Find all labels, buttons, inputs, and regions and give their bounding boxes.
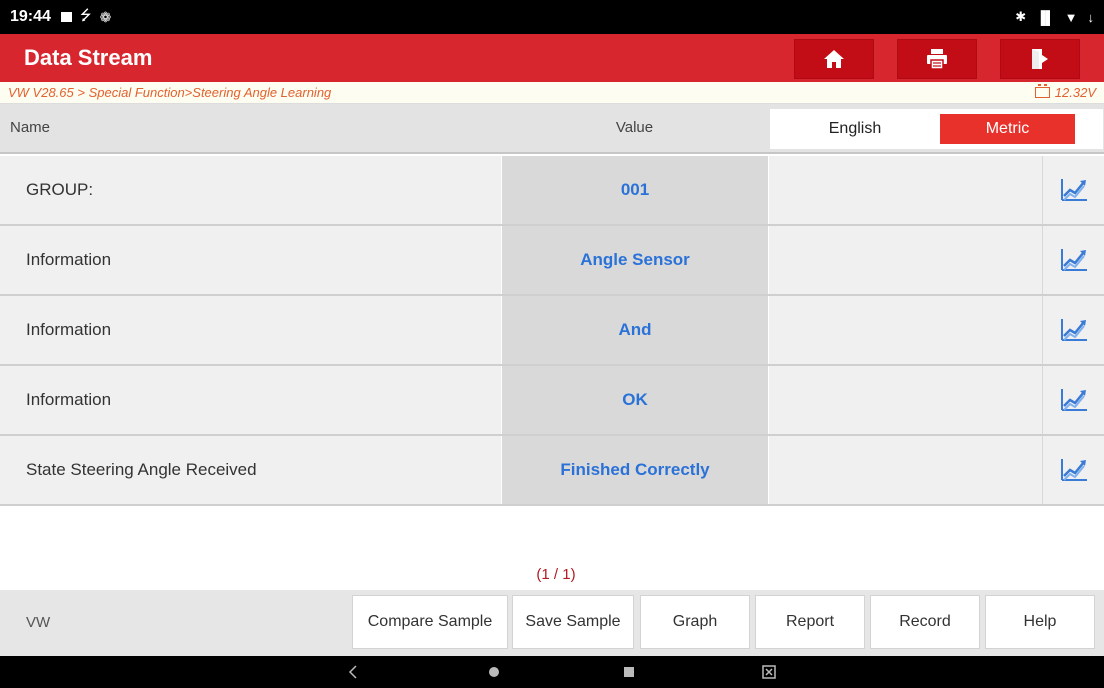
- back-icon: [348, 665, 357, 679]
- vehicle-brand: VW: [26, 614, 51, 631]
- record-button[interactable]: Record: [870, 595, 980, 649]
- column-header: Name Value English Metric: [0, 104, 1104, 154]
- bluetooth-icon: ✱: [1015, 9, 1027, 24]
- data-stream-list: GROUP: 001 Information Angle Sensor Info…: [0, 156, 1104, 506]
- print-button[interactable]: [897, 39, 977, 79]
- battery-icon: [1034, 84, 1050, 98]
- table-row[interactable]: Information And: [0, 296, 1104, 366]
- row-value: OK: [501, 366, 768, 434]
- navigation-bar: [0, 656, 1104, 688]
- back-button[interactable]: [338, 656, 368, 688]
- voltage-value: 12.32V: [1054, 85, 1096, 100]
- table-row[interactable]: Information Angle Sensor: [0, 226, 1104, 296]
- image-notification-icon: [60, 12, 72, 22]
- recents-button[interactable]: [614, 656, 644, 688]
- table-row[interactable]: State Steering Angle Received Finished C…: [0, 436, 1104, 506]
- app-header: Data Stream: [0, 34, 1104, 82]
- row-name: Information: [0, 366, 501, 434]
- bottom-toolbar: VW Compare Sample Save Sample Graph Repo…: [0, 590, 1104, 656]
- help-button[interactable]: Help: [985, 595, 1095, 649]
- wifi-icon: ▼: [1064, 9, 1078, 25]
- home-circle-icon: [489, 667, 499, 677]
- row-unit: [768, 156, 1042, 224]
- row-graph-button[interactable]: [1042, 226, 1104, 294]
- page-indicator: (1 / 1): [536, 566, 576, 583]
- row-value: 001: [501, 156, 768, 224]
- column-name-header: Name: [10, 119, 51, 136]
- vibrate-icon: ▐▌: [1036, 9, 1055, 25]
- home-icon: [824, 50, 844, 68]
- save-sample-button[interactable]: Save Sample: [512, 595, 634, 649]
- row-graph-button[interactable]: [1042, 156, 1104, 224]
- page-title: Data Stream: [24, 45, 153, 70]
- screenshot-button[interactable]: [754, 656, 784, 688]
- graph-icon: [1060, 389, 1087, 411]
- home-nav-button[interactable]: [479, 656, 509, 688]
- table-row[interactable]: Information OK: [0, 366, 1104, 436]
- row-value: Angle Sensor: [501, 226, 768, 294]
- battery-voltage: 12.32V: [1034, 84, 1096, 100]
- status-icons-left: ⭍ ❁: [60, 5, 112, 29]
- column-value-header: Value: [615, 119, 654, 136]
- settings-notification-icon: ❁: [99, 8, 112, 25]
- report-button[interactable]: Report: [755, 595, 865, 649]
- graph-button[interactable]: Graph: [640, 595, 750, 649]
- row-name: Information: [0, 226, 501, 294]
- graph-icon: [1060, 319, 1087, 341]
- metric-unit-button[interactable]: Metric: [940, 114, 1075, 144]
- usb-icon: ⭍: [79, 7, 92, 23]
- screenshot-icon: [762, 665, 776, 679]
- table-row[interactable]: GROUP: 001: [0, 156, 1104, 226]
- unit-toggle: English Metric: [770, 109, 1103, 149]
- status-time: 19:44: [10, 8, 51, 25]
- english-unit-button[interactable]: English: [770, 114, 940, 144]
- status-icons-right: ✱ ▐▌ ▼ ↓: [1015, 9, 1094, 25]
- row-name: GROUP:: [0, 156, 501, 224]
- row-value: And: [501, 296, 768, 364]
- graph-icon: [1060, 249, 1087, 271]
- row-graph-button[interactable]: [1042, 366, 1104, 434]
- status-bar: 19:44 ⭍ ❁ ✱ ▐▌ ▼ ↓: [0, 0, 1104, 34]
- graph-icon: [1060, 179, 1087, 201]
- breadcrumb: VW V28.65 > Special Function>Steering An…: [8, 85, 332, 100]
- print-icon: [927, 49, 947, 70]
- exit-icon: [1032, 49, 1048, 69]
- exit-button[interactable]: [1000, 39, 1080, 79]
- download-icon: ↓: [1087, 9, 1095, 25]
- recents-icon: [624, 667, 634, 677]
- home-button[interactable]: [794, 39, 874, 79]
- row-name: State Steering Angle Received: [0, 436, 501, 504]
- breadcrumb-bar: VW V28.65 > Special Function>Steering An…: [0, 82, 1104, 104]
- row-unit: [768, 226, 1042, 294]
- graph-icon: [1060, 459, 1087, 481]
- row-value: Finished Correctly: [501, 436, 768, 504]
- row-graph-button[interactable]: [1042, 436, 1104, 504]
- row-unit: [768, 436, 1042, 504]
- compare-sample-button[interactable]: Compare Sample: [352, 595, 508, 649]
- row-unit: [768, 296, 1042, 364]
- row-graph-button[interactable]: [1042, 296, 1104, 364]
- row-unit: [768, 366, 1042, 434]
- row-name: Information: [0, 296, 501, 364]
